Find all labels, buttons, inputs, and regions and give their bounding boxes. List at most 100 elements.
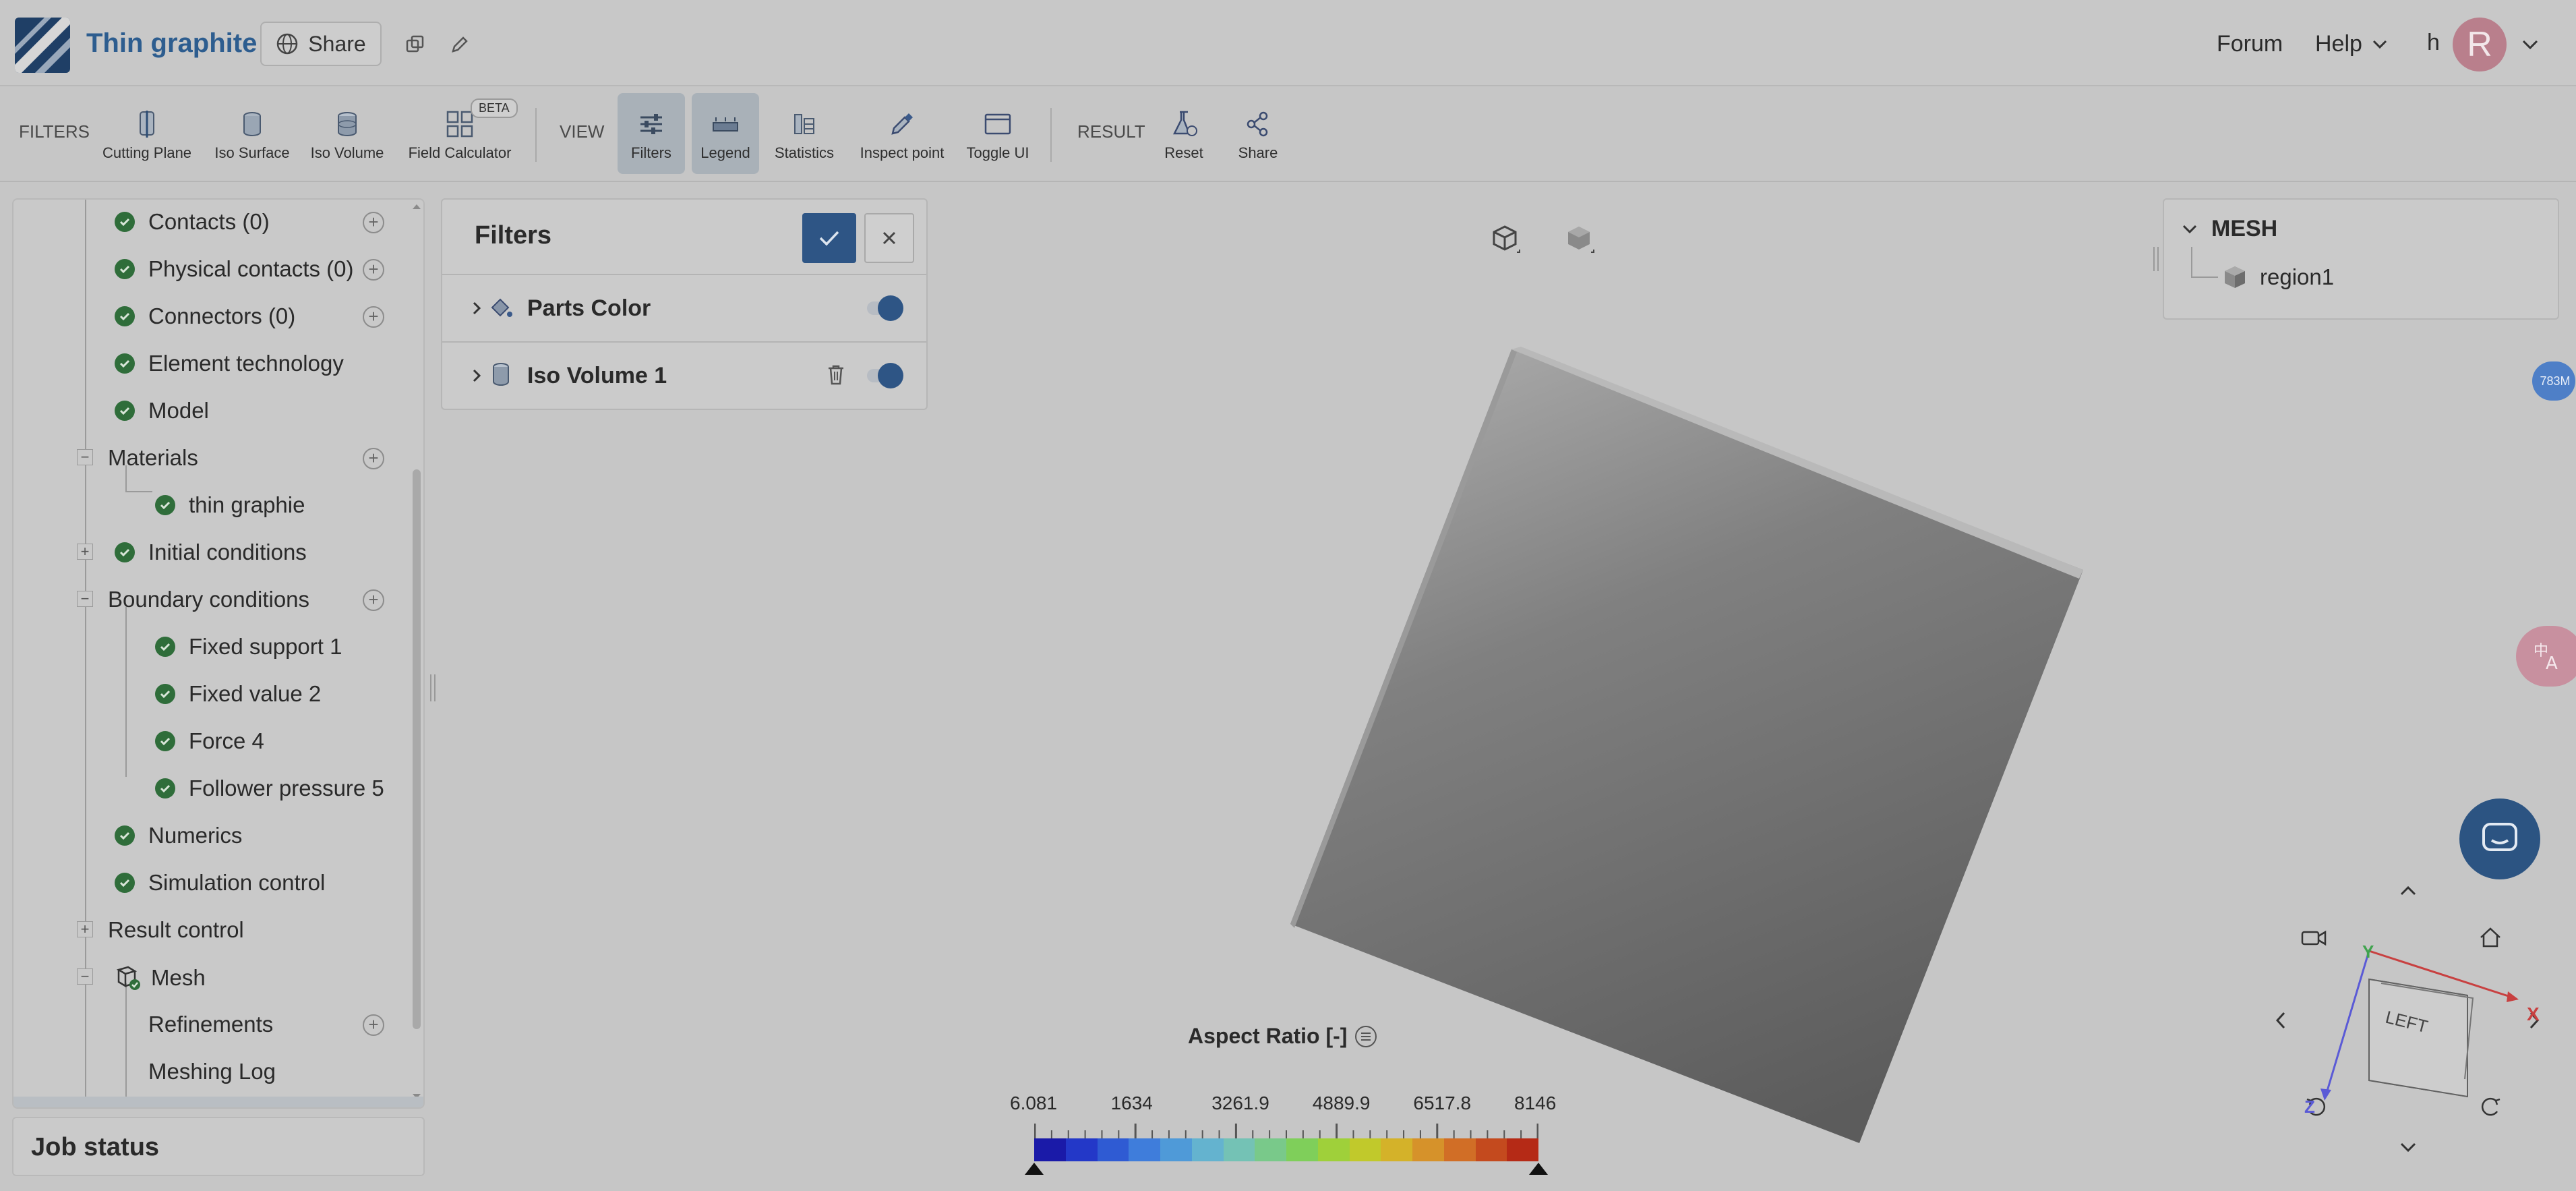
tree-item-contacts[interactable]: Contacts (0) [115,209,270,235]
cutting-plane-button[interactable]: Cutting Plane [100,93,194,174]
memory-usage-label: 783M [2540,374,2571,388]
tree-item-label: Meshing Log [148,1059,276,1084]
tree-item-fixed-value-2[interactable]: Fixed value 2 [155,681,321,707]
tree-item-materials[interactable]: Materials [108,445,198,471]
tree-item-connectors[interactable]: Connectors (0) [115,303,295,329]
tree-item-force-4[interactable]: Force 4 [155,728,264,754]
translate-button[interactable]: 中A [2516,626,2576,687]
job-status-panel[interactable]: Job status [12,1117,425,1176]
legend-button[interactable]: Legend [692,93,759,174]
cutting-plane-icon [140,111,154,138]
collapse-mesh-button[interactable]: − [77,968,93,985]
colorbar-segment [1507,1138,1538,1161]
tree-item-label: Follower pressure 5 [189,776,384,801]
chevron-down-icon[interactable] [2399,1141,2418,1153]
tree-item-result-control[interactable]: Result control [108,917,244,943]
check-icon [115,212,135,232]
tree-item-numerics[interactable]: Numerics [115,823,242,848]
add-physical-contact-button[interactable]: + [363,259,384,281]
expand-initial-conditions-button[interactable]: + [77,544,93,560]
colorbar-min-handle-icon[interactable] [1023,1161,1045,1176]
user-menu-chevron-icon[interactable] [2521,39,2539,51]
colorbar-segment [1097,1138,1129,1161]
gizmo-axis-x: X [2527,1004,2540,1024]
collapse-boundary-conditions-button[interactable]: − [77,591,93,607]
field-calculator-icon [446,111,473,138]
tree-item-refinements[interactable]: Refinements [148,1012,273,1037]
tree-item-meshing-log[interactable]: Meshing Log [148,1059,276,1084]
chat-support-button[interactable] [2459,798,2540,879]
add-material-button[interactable]: + [363,448,384,469]
field-calculator-label: Field Calculator [408,144,512,161]
result-share-button[interactable]: Share [1228,93,1288,174]
legend-title: Aspect Ratio [-] [1188,1024,1378,1049]
colorbar-segment [1475,1138,1507,1161]
project-title[interactable]: Thin graphite [86,28,257,59]
tree-item-simulation-control[interactable]: Simulation control [115,870,325,896]
toolbar-divider [535,108,537,162]
tree-item-fixed-support-1[interactable]: Fixed support 1 [155,634,342,660]
reset-button[interactable]: Reset [1154,93,1214,174]
add-boundary-condition-button[interactable]: + [363,589,384,611]
colorbar-segment [1065,1138,1098,1161]
mesh-model-render[interactable] [1281,344,2090,1153]
statistics-button[interactable]: Statistics [769,93,840,174]
tree-item-follower-pressure-5[interactable]: Follower pressure 5 [155,776,384,801]
chevron-up-icon[interactable] [2399,885,2418,897]
avatar[interactable]: R [2453,18,2507,71]
tree-item-thin-graphie[interactable]: thin graphie [155,492,305,518]
colorbar-segment [1255,1138,1286,1161]
inspect-point-label: Inspect point [860,144,945,161]
colorbar-max-handle-icon[interactable] [1528,1161,1549,1176]
cube-solid-view-icon[interactable] [1561,223,1596,258]
window-icon [984,113,1011,135]
chevron-left-icon[interactable] [2275,1010,2287,1030]
tree-item-label: Refinements [148,1012,274,1037]
translate-icon: 中A [2534,643,2558,672]
tree-item-model[interactable]: Model [115,398,209,424]
sidebar-scrollbar[interactable] [413,469,421,1029]
forum-link[interactable]: Forum [2217,31,2283,57]
iso-volume-button[interactable]: Iso Volume [306,93,388,174]
cube-wireframe-view-icon[interactable] [1487,223,1522,258]
orientation-gizmo[interactable]: LEFT X Y Z [2304,941,2540,1117]
add-refinement-button[interactable]: + [363,1014,384,1036]
tree-item-element-technology[interactable]: Element technology [115,351,344,376]
chevron-down-icon[interactable] [2182,224,2198,235]
filters-view-button[interactable]: Filters [618,93,685,174]
copy-icon[interactable] [405,34,426,55]
statistics-icon [794,114,814,134]
beta-badge: BETA [471,98,518,118]
tree-item-label: Materials [108,445,198,470]
colorbar-segment [1160,1138,1192,1161]
toggle-ui-label: Toggle UI [966,144,1029,161]
add-connector-button[interactable]: + [363,306,384,328]
tree-item-boundary-conditions[interactable]: Boundary conditions [108,587,309,612]
collapse-materials-button[interactable]: − [77,449,93,465]
inspect-point-button[interactable]: Inspect point [852,93,952,174]
iso-surface-button[interactable]: Iso Surface [210,93,294,174]
tree-item-label: Model [148,398,209,423]
help-menu[interactable]: Help [2315,31,2388,57]
panel-resize-handle[interactable] [2153,247,2159,271]
colorbar-segment [1034,1138,1066,1161]
add-contact-button[interactable]: + [363,212,384,233]
mesh-region-item[interactable]: region1 [2222,264,2334,290]
toggle-ui-button[interactable]: Toggle UI [961,93,1034,174]
check-icon [115,542,135,562]
tree-item-initial-conditions[interactable]: Initial conditions [115,540,307,565]
colorbar [1034,1138,1538,1161]
edit-pencil-icon[interactable] [449,34,471,55]
svg-text:A: A [2546,653,2558,672]
tree-item-label: Mesh [151,965,206,990]
sliders-icon [640,114,662,134]
colorbar-segment [1191,1138,1224,1161]
expand-result-control-button[interactable]: + [77,921,93,937]
tree-item-physical-contacts[interactable]: Physical contacts (0) [115,256,353,282]
app-logo[interactable] [15,18,70,73]
tree-item-mesh[interactable]: Mesh [115,964,206,991]
scroll-up-arrow-icon[interactable] [411,202,422,210]
legend-menu-icon[interactable] [1354,1024,1378,1049]
share-project-button[interactable]: Share [260,22,382,66]
check-icon [155,778,175,798]
